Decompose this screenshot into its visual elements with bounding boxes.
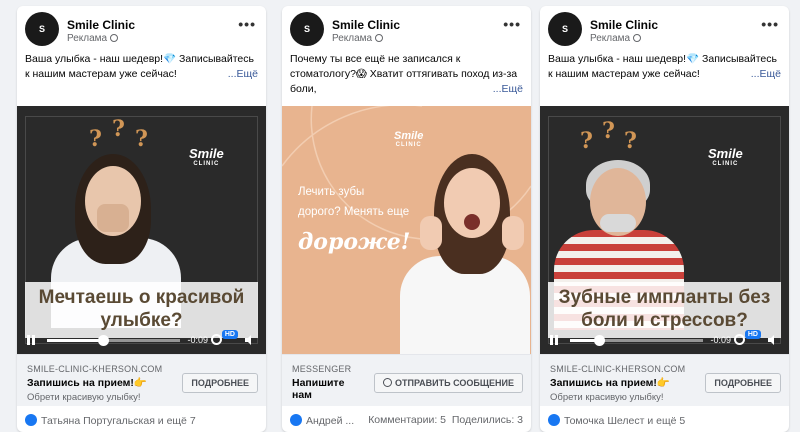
progress-bar[interactable] bbox=[47, 335, 180, 346]
learn-more-button[interactable]: ПОДРОБНЕЕ bbox=[705, 373, 781, 393]
question-mark-icon: ? bbox=[624, 128, 637, 154]
globe-icon bbox=[110, 34, 119, 42]
see-more-link[interactable]: ...Ещё bbox=[225, 67, 258, 82]
cta-title: Напишите нам bbox=[292, 377, 345, 401]
pause-icon[interactable] bbox=[550, 335, 558, 345]
post-header: S Smile Clinic Реклама ••• bbox=[290, 12, 523, 48]
cta-footer[interactable]: MESSENGER Напишите нам ОТПРАВИТЬ СООБЩЕН… bbox=[282, 354, 531, 406]
sponsored-label: Реклама bbox=[590, 33, 642, 44]
question-mark-icon: ? bbox=[580, 128, 593, 154]
settings-icon[interactable] bbox=[734, 334, 745, 345]
video-caption: Мечтаешь о красивой улыбке? bbox=[38, 287, 245, 331]
time-remaining: -0:09 bbox=[710, 335, 731, 345]
learn-more-button[interactable]: ПОДРОБНЕЕ bbox=[182, 373, 258, 393]
brand-logo: Smile CLINIC bbox=[394, 130, 424, 148]
sponsored-label: Реклама bbox=[332, 33, 384, 44]
send-message-button[interactable]: ОТПРАВИТЬ СООБЩЕНИЕ bbox=[373, 373, 523, 393]
headline: Лечить зубы дорого? Менять еще дороже! bbox=[298, 186, 411, 255]
like-icon bbox=[25, 414, 37, 426]
progress-bar[interactable] bbox=[570, 335, 703, 346]
question-mark-icon: ? bbox=[602, 118, 615, 144]
page-name[interactable]: Smile Clinic bbox=[590, 18, 658, 32]
link-domain: SMILE-CLINIC-KHERSON.COM bbox=[27, 364, 163, 374]
reactions-bar[interactable]: Андрей ... Комментарии: 5 Поделились: 3 bbox=[290, 414, 523, 427]
cta-subtitle: Обрети красивую улыбку! bbox=[550, 392, 664, 403]
cta-subtitle: Обрети красивую улыбку! bbox=[27, 392, 141, 403]
question-mark-icon: ? bbox=[135, 126, 148, 152]
page-name[interactable]: Smile Clinic bbox=[67, 18, 135, 32]
video-controls: -0:09 HD bbox=[23, 330, 260, 350]
like-icon bbox=[290, 414, 302, 426]
volume-icon[interactable] bbox=[767, 334, 779, 346]
cta-footer[interactable]: SMILE-CLINIC-KHERSON.COM Запишись на при… bbox=[540, 354, 789, 406]
see-more-link[interactable]: ...Ещё bbox=[748, 67, 781, 82]
progress-knob[interactable] bbox=[593, 335, 605, 346]
time-remaining: -0:09 bbox=[187, 335, 208, 345]
messenger-icon bbox=[382, 378, 392, 387]
page-avatar[interactable]: S bbox=[548, 12, 582, 46]
post-header: S Smile Clinic Реклама ••• bbox=[548, 12, 781, 48]
cta-title: Запишись на прием!👉 bbox=[27, 377, 147, 389]
shares-count[interactable]: Поделились: 3 bbox=[452, 414, 523, 426]
post-text: Почему ты все ещё не записался к стомато… bbox=[290, 53, 523, 97]
globe-icon bbox=[633, 34, 642, 42]
reactions-bar[interactable]: Томочка Шелест и ещё 5 bbox=[548, 414, 781, 427]
post-text: Ваша улыбка - наш шедевр!💎 Записывайтесь… bbox=[25, 53, 258, 82]
progress-knob[interactable] bbox=[97, 335, 109, 346]
post-header: S Smile Clinic Реклама ••• bbox=[25, 12, 258, 48]
hd-badge[interactable]: HD bbox=[744, 330, 761, 339]
reactions-bar[interactable]: Татьяна Португальская и ещё 7 bbox=[25, 414, 258, 427]
video-creative[interactable]: ? ? ? Smile CLINIC Зубные импланты без бо… bbox=[540, 106, 789, 354]
like-icon bbox=[548, 414, 560, 426]
video-creative[interactable]: ? ? ? Smile CLINIC Мечтаешь о красивой ул… bbox=[17, 106, 266, 354]
cta-title: Запишись на прием!👉 bbox=[550, 377, 670, 389]
comments-count[interactable]: Комментарии: 5 bbox=[368, 414, 446, 426]
page-avatar[interactable]: S bbox=[290, 12, 324, 46]
video-caption: Зубные импланты без боли и стрессов? bbox=[558, 287, 771, 331]
image-creative[interactable]: Smile CLINIC Лечить зубы дорого? Менять е… bbox=[282, 106, 531, 354]
question-mark-icon: ? bbox=[112, 116, 125, 142]
hd-badge[interactable]: HD bbox=[221, 330, 238, 339]
globe-icon bbox=[375, 34, 384, 42]
volume-icon[interactable] bbox=[244, 334, 256, 346]
page-avatar[interactable]: S bbox=[25, 12, 59, 46]
cta-footer[interactable]: SMILE-CLINIC-KHERSON.COM Запишись на при… bbox=[17, 354, 266, 406]
ad-card-2: S Smile Clinic Реклама ••• Почему ты все… bbox=[282, 6, 531, 432]
brand-logo: Smile CLINIC bbox=[708, 146, 743, 167]
link-domain: SMILE-CLINIC-KHERSON.COM bbox=[550, 364, 686, 374]
video-controls: -0:09 HD bbox=[546, 330, 783, 350]
settings-icon[interactable] bbox=[211, 334, 222, 345]
post-text: Ваша улыбка - наш шедевр!💎 Записывайтесь… bbox=[548, 53, 781, 82]
more-options-icon[interactable]: ••• bbox=[238, 16, 256, 32]
more-options-icon[interactable]: ••• bbox=[503, 16, 521, 32]
sponsored-label: Реклама bbox=[67, 33, 119, 44]
brand-logo: Smile CLINIC bbox=[189, 146, 224, 167]
question-mark-icon: ? bbox=[89, 126, 102, 152]
ad-card-1: S Smile Clinic Реклама ••• Ваша улыбка -… bbox=[17, 6, 266, 432]
ad-card-3: S Smile Clinic Реклама ••• Ваша улыбка -… bbox=[540, 6, 789, 432]
see-more-link[interactable]: ...Ещё bbox=[490, 82, 523, 97]
link-domain: MESSENGER bbox=[292, 364, 352, 374]
more-options-icon[interactable]: ••• bbox=[761, 16, 779, 32]
page-name[interactable]: Smile Clinic bbox=[332, 18, 400, 32]
pause-icon[interactable] bbox=[27, 335, 35, 345]
